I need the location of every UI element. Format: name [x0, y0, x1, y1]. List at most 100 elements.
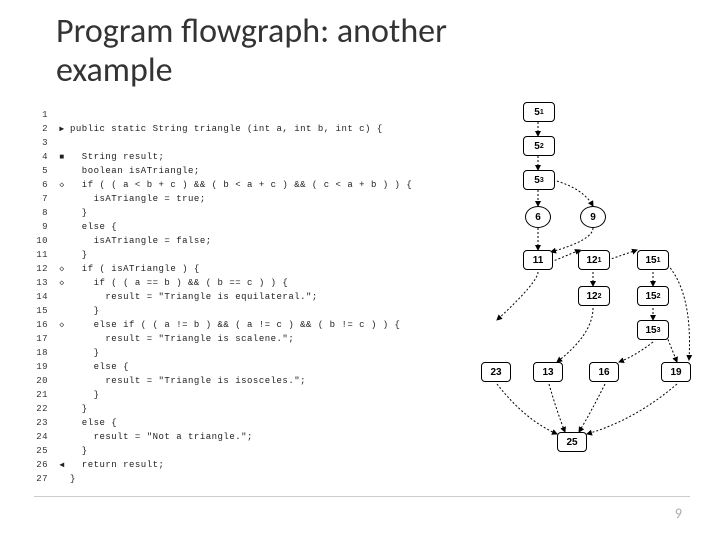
gutter-marker [54, 192, 70, 206]
gutter-marker [54, 444, 70, 458]
code-text [70, 136, 412, 150]
code-text: result = "Triangle is equilateral."; [70, 290, 412, 304]
code-text: else { [70, 220, 412, 234]
gutter-marker [54, 472, 70, 486]
line-number: 15 [34, 304, 54, 318]
node-12-2: 122 [578, 286, 610, 306]
gutter-marker: ◇ [54, 276, 70, 290]
node-11: 11 [523, 250, 553, 270]
gutter-marker: ◇ [54, 178, 70, 192]
gutter-marker: ◇ [54, 318, 70, 332]
code-line: 27} [34, 472, 412, 486]
node-23: 23 [481, 362, 511, 382]
line-number: 23 [34, 416, 54, 430]
code-line: 6◇ if ( ( a < b + c ) && ( b < a + c ) &… [34, 178, 412, 192]
page-number: 9 [675, 505, 682, 522]
code-text [70, 108, 412, 122]
gutter-marker: ■ [54, 150, 70, 164]
code-line: 14 result = "Triangle is equilateral."; [34, 290, 412, 304]
code-line: 26◀ return result; [34, 458, 412, 472]
node-15-2: 152 [637, 286, 669, 306]
code-text: else { [70, 416, 412, 430]
line-number: 17 [34, 332, 54, 346]
code-text: } [70, 472, 412, 486]
gutter-marker [54, 332, 70, 346]
slide-title: Program flowgraph: another example [56, 12, 447, 90]
flowgraph: 51 52 53 6 9 11 121 122 151 152 153 23 1… [465, 100, 715, 500]
code-text: } [70, 248, 412, 262]
line-number: 21 [34, 388, 54, 402]
footer-rule [34, 496, 690, 497]
line-number: 13 [34, 276, 54, 290]
code-line: 11 } [34, 248, 412, 262]
code-line: 10 isATriangle = false; [34, 234, 412, 248]
gutter-marker: ▶ [54, 122, 70, 136]
gutter-marker [54, 388, 70, 402]
code-text: isATriangle = true; [70, 192, 412, 206]
line-number: 26 [34, 458, 54, 472]
line-number: 14 [34, 290, 54, 304]
gutter-marker: ◇ [54, 262, 70, 276]
line-number: 1 [34, 108, 54, 122]
line-number: 16 [34, 318, 54, 332]
line-number: 2 [34, 122, 54, 136]
node-6: 6 [525, 206, 551, 228]
code-listing: 12▶public static String triangle (int a,… [34, 108, 412, 486]
code-line: 8 } [34, 206, 412, 220]
code-text: else { [70, 360, 412, 374]
code-text: if ( isATriangle ) { [70, 262, 412, 276]
gutter-marker [54, 108, 70, 122]
node-16: 16 [589, 362, 619, 382]
line-number: 5 [34, 164, 54, 178]
code-text: boolean isATriangle; [70, 164, 412, 178]
code-line: 1 [34, 108, 412, 122]
title-line-1: Program flowgraph: another [56, 11, 447, 52]
code-line: 18 } [34, 346, 412, 360]
line-number: 27 [34, 472, 54, 486]
node-25: 25 [557, 432, 587, 452]
code-text: } [70, 402, 412, 416]
code-text: else if ( ( a != b ) && ( a != c ) && ( … [70, 318, 412, 332]
code-text: result = "Not a triangle."; [70, 430, 412, 444]
line-number: 10 [34, 234, 54, 248]
code-text: } [70, 346, 412, 360]
code-line: 4■ String result; [34, 150, 412, 164]
line-number: 20 [34, 374, 54, 388]
code-text: } [70, 388, 412, 402]
code-line: 24 result = "Not a triangle."; [34, 430, 412, 444]
gutter-marker [54, 304, 70, 318]
gutter-marker [54, 360, 70, 374]
node-19: 19 [661, 362, 691, 382]
code-text: return result; [70, 458, 412, 472]
code-text: isATriangle = false; [70, 234, 412, 248]
line-number: 3 [34, 136, 54, 150]
line-number: 11 [34, 248, 54, 262]
gutter-marker [54, 164, 70, 178]
code-line: 7 isATriangle = true; [34, 192, 412, 206]
code-line: 21 } [34, 388, 412, 402]
node-5-3: 53 [523, 170, 555, 190]
line-number: 19 [34, 360, 54, 374]
title-line-2: example [56, 50, 173, 91]
node-5-2: 52 [523, 136, 555, 156]
node-5-1: 51 [523, 102, 555, 122]
node-9: 9 [580, 206, 606, 228]
code-line: 20 result = "Triangle is isosceles."; [34, 374, 412, 388]
line-number: 7 [34, 192, 54, 206]
code-line: 15 } [34, 304, 412, 318]
gutter-marker [54, 430, 70, 444]
line-number: 25 [34, 444, 54, 458]
line-number: 18 [34, 346, 54, 360]
line-number: 22 [34, 402, 54, 416]
code-line: 2▶public static String triangle (int a, … [34, 122, 412, 136]
line-number: 6 [34, 178, 54, 192]
line-number: 8 [34, 206, 54, 220]
code-text: if ( ( a == b ) && ( b == c ) ) { [70, 276, 412, 290]
gutter-marker: ◀ [54, 458, 70, 472]
code-line: 25 } [34, 444, 412, 458]
gutter-marker [54, 206, 70, 220]
code-line: 3 [34, 136, 412, 150]
gutter-marker [54, 374, 70, 388]
gutter-marker [54, 136, 70, 150]
line-number: 24 [34, 430, 54, 444]
